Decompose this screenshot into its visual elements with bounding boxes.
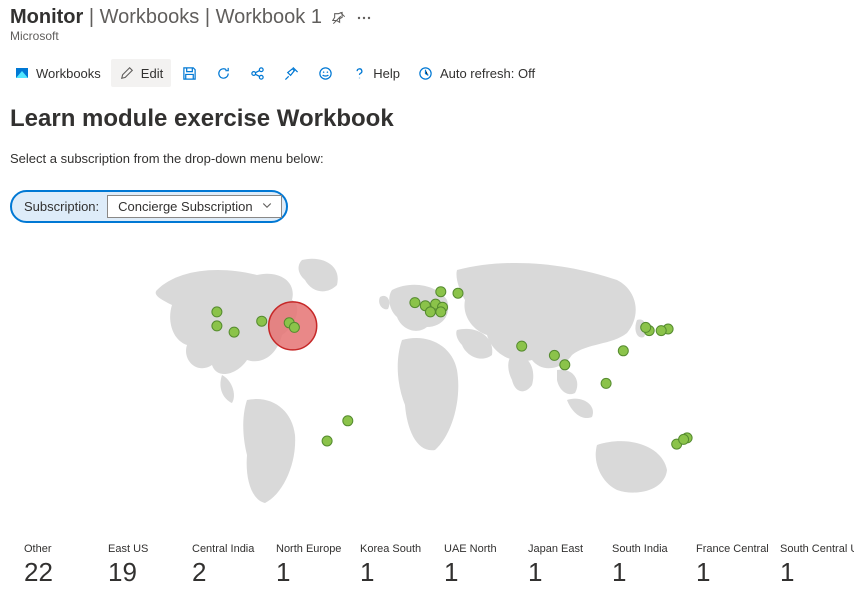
map-point[interactable] bbox=[618, 346, 628, 356]
clock-icon bbox=[418, 65, 434, 81]
help-button[interactable]: Help bbox=[343, 59, 408, 87]
subscription-parameter[interactable]: Subscription: Concierge Subscription bbox=[10, 190, 288, 223]
stat-value: 19 bbox=[108, 557, 192, 588]
map-point[interactable] bbox=[212, 321, 222, 331]
map-point[interactable] bbox=[453, 288, 463, 298]
edit-icon bbox=[119, 65, 135, 81]
stat-item[interactable]: South India 1 bbox=[612, 543, 696, 588]
stat-item[interactable]: East US 19 bbox=[108, 543, 192, 588]
map-point[interactable] bbox=[549, 350, 559, 360]
stats-row: Other 22East US 19Central India 2North Euro… bbox=[10, 543, 844, 588]
workbooks-icon bbox=[14, 65, 30, 81]
map-point[interactable] bbox=[560, 360, 570, 370]
map-point[interactable] bbox=[322, 436, 332, 446]
map-point[interactable] bbox=[436, 287, 446, 297]
help-icon bbox=[351, 65, 367, 81]
autorefresh-label: Auto refresh: Off bbox=[440, 66, 535, 81]
save-icon bbox=[181, 65, 197, 81]
subscription-value: Concierge Subscription bbox=[118, 199, 252, 214]
more-icon[interactable] bbox=[356, 10, 372, 26]
stat-value: 1 bbox=[696, 557, 780, 588]
map-point[interactable] bbox=[212, 307, 222, 317]
stat-value: 22 bbox=[24, 557, 108, 588]
toolbar: Workbooks Edit Help bbox=[0, 53, 854, 93]
subtitle: Microsoft bbox=[10, 29, 844, 43]
map-point[interactable] bbox=[229, 327, 239, 337]
map-point[interactable] bbox=[410, 298, 420, 308]
map-point[interactable] bbox=[436, 307, 446, 317]
stat-item[interactable]: UAE North 1 bbox=[444, 543, 528, 588]
smiley-icon bbox=[317, 65, 333, 81]
stat-item[interactable]: Japan East 1 bbox=[528, 543, 612, 588]
autorefresh-button[interactable]: Auto refresh: Off bbox=[410, 59, 543, 87]
stat-item[interactable]: France Central 1 bbox=[696, 543, 780, 588]
instruction-text: Select a subscription from the drop-down… bbox=[10, 151, 844, 166]
stat-item[interactable]: Other 22 bbox=[24, 543, 108, 588]
workbooks-button[interactable]: Workbooks bbox=[6, 59, 109, 87]
stat-label: France Central bbox=[696, 543, 780, 555]
edit-label: Edit bbox=[141, 66, 163, 81]
chevron-down-icon bbox=[261, 199, 273, 214]
map-point[interactable] bbox=[343, 416, 353, 426]
title-row: Monitor | Workbooks | Workbook 1 bbox=[10, 6, 844, 29]
help-label: Help bbox=[373, 66, 400, 81]
subscription-label: Subscription: bbox=[24, 199, 99, 214]
stat-label: South India bbox=[612, 543, 696, 555]
save-button[interactable] bbox=[173, 59, 205, 87]
stat-label: Japan East bbox=[528, 543, 612, 555]
stat-value: 2 bbox=[192, 557, 276, 588]
pin-button[interactable] bbox=[275, 59, 307, 87]
stat-label: Central India bbox=[192, 543, 276, 555]
stat-value: 1 bbox=[276, 557, 360, 588]
map-point[interactable] bbox=[679, 434, 689, 444]
stat-label: Other bbox=[24, 543, 108, 555]
stat-item[interactable]: Central India 2 bbox=[192, 543, 276, 588]
stat-item[interactable]: North Europe 1 bbox=[276, 543, 360, 588]
world-map[interactable] bbox=[117, 245, 737, 525]
stat-label: South Central US bbox=[780, 543, 854, 555]
breadcrumb-rest: | Workbooks | Workbook 1 bbox=[83, 6, 322, 28]
stat-label: UAE North bbox=[444, 543, 528, 555]
edit-button[interactable]: Edit bbox=[111, 59, 171, 87]
stat-value: 1 bbox=[360, 557, 444, 588]
pin-toolbar-icon bbox=[283, 65, 299, 81]
map-point[interactable] bbox=[641, 322, 651, 332]
stat-value: 1 bbox=[528, 557, 612, 588]
map-point[interactable] bbox=[601, 378, 611, 388]
breadcrumb[interactable]: Monitor | Workbooks | Workbook 1 bbox=[10, 6, 322, 29]
map-point[interactable] bbox=[289, 322, 299, 332]
stat-label: Korea South bbox=[360, 543, 444, 555]
refresh-icon bbox=[215, 65, 231, 81]
content: Learn module exercise Workbook Select a … bbox=[0, 93, 854, 600]
map-container bbox=[10, 245, 844, 525]
page-title: Learn module exercise Workbook bbox=[10, 105, 844, 133]
stat-item[interactable]: South Central US 1 bbox=[780, 543, 854, 588]
workbooks-label: Workbooks bbox=[36, 66, 101, 81]
map-point[interactable] bbox=[425, 307, 435, 317]
refresh-button[interactable] bbox=[207, 59, 239, 87]
pin-icon[interactable] bbox=[332, 11, 346, 25]
breadcrumb-root: Monitor bbox=[10, 6, 83, 28]
stat-label: North Europe bbox=[276, 543, 360, 555]
share-button[interactable] bbox=[241, 59, 273, 87]
stat-value: 1 bbox=[612, 557, 696, 588]
stat-item[interactable]: Korea South 1 bbox=[360, 543, 444, 588]
share-icon bbox=[249, 65, 265, 81]
feedback-button[interactable] bbox=[309, 59, 341, 87]
map-point[interactable] bbox=[517, 341, 527, 351]
header: Monitor | Workbooks | Workbook 1 Microso… bbox=[0, 0, 854, 47]
map-point[interactable] bbox=[656, 326, 666, 336]
map-point[interactable] bbox=[257, 316, 267, 326]
stat-label: East US bbox=[108, 543, 192, 555]
stat-value: 1 bbox=[780, 557, 854, 588]
subscription-dropdown[interactable]: Concierge Subscription bbox=[107, 195, 281, 218]
stat-value: 1 bbox=[444, 557, 528, 588]
